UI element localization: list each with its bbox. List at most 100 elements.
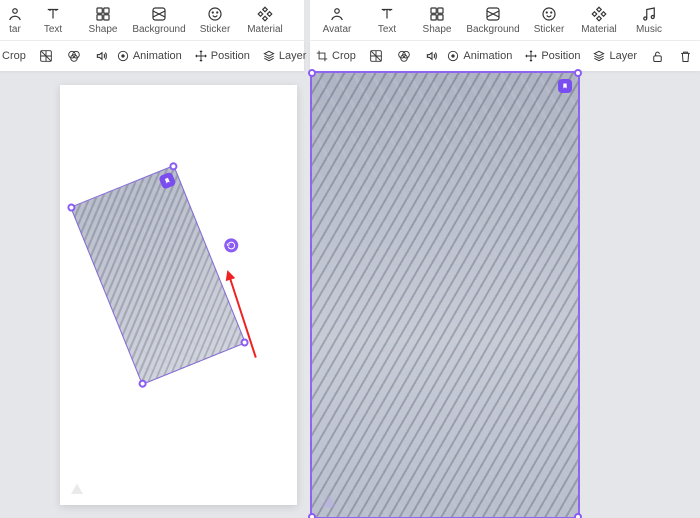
avatar-icon — [328, 5, 346, 23]
material-button-r[interactable]: Material — [574, 1, 624, 39]
avatar-label-partial: tar — [9, 25, 21, 35]
transparency-button[interactable] — [35, 45, 57, 67]
delete-button-r[interactable] — [674, 45, 696, 67]
shape-button[interactable]: Shape — [78, 1, 128, 39]
position-label-r: Position — [541, 50, 580, 62]
selected-image-full[interactable] — [310, 71, 580, 518]
page-left[interactable] — [60, 85, 297, 505]
background-label: Background — [466, 25, 519, 35]
move-icon — [194, 49, 208, 63]
selected-image-rotated[interactable] — [70, 165, 246, 385]
shape-icon — [428, 5, 446, 23]
pane-right: Avatar Text Shape — [310, 0, 700, 518]
resize-handle-bl[interactable] — [137, 378, 147, 388]
app-badge-icon — [158, 172, 176, 190]
sticker-button-r[interactable]: Sticker — [524, 1, 574, 39]
crop-label-r: Crop — [332, 50, 356, 62]
material-button[interactable]: Material — [240, 1, 290, 39]
move-icon — [524, 49, 538, 63]
music-label: Music — [636, 25, 662, 35]
transparency-icon — [368, 48, 384, 64]
avatar-icon — [6, 5, 24, 23]
color-adjust-icon — [396, 48, 412, 64]
background-label: Background — [132, 25, 185, 35]
context-toolbar-right: Crop Animation Positi — [310, 41, 700, 71]
animation-icon — [446, 49, 460, 63]
crop-label: Crop — [2, 50, 26, 62]
pane-left: tar Text Shape — [0, 0, 304, 518]
background-icon — [484, 5, 502, 23]
animation-label-r: Animation — [463, 50, 512, 62]
sticker-icon — [540, 5, 558, 23]
layer-label-r: Layer — [609, 50, 637, 62]
layer-button[interactable]: Layer — [259, 47, 310, 65]
material-label: Material — [581, 25, 617, 35]
position-label: Position — [211, 50, 250, 62]
volume-button-r[interactable] — [421, 45, 443, 67]
position-button[interactable]: Position — [191, 47, 253, 65]
layer-icon — [262, 49, 276, 63]
transparency-icon — [38, 48, 54, 64]
crop-button[interactable]: Crop — [2, 48, 29, 64]
transparency-button-r[interactable] — [365, 45, 387, 67]
watermark-icon-r — [318, 489, 340, 511]
unlock-icon — [650, 49, 665, 64]
watermark-icon — [68, 479, 86, 497]
canvas-right[interactable] — [310, 71, 700, 518]
text-icon — [44, 5, 62, 23]
avatar-button-partial[interactable]: tar — [2, 1, 28, 39]
sticker-button[interactable]: Sticker — [190, 1, 240, 39]
text-button[interactable]: Text — [28, 1, 78, 39]
background-button-r[interactable]: Background — [462, 1, 524, 39]
animation-icon — [116, 49, 130, 63]
animation-label: Animation — [133, 50, 182, 62]
text-button-r[interactable]: Text — [362, 1, 412, 39]
shape-icon — [94, 5, 112, 23]
top-toolbar-left: tar Text Shape — [0, 0, 304, 41]
page-right[interactable] — [310, 71, 580, 518]
text-label: Text — [44, 25, 62, 35]
crop-button-r[interactable]: Crop — [312, 47, 359, 65]
material-icon — [590, 5, 608, 23]
resize-handle-br-r[interactable] — [574, 513, 582, 518]
material-label: Material — [247, 25, 283, 35]
layer-label: Layer — [279, 50, 307, 62]
resize-handle-tr-r[interactable] — [574, 69, 582, 77]
sticker-label: Sticker — [200, 25, 231, 35]
avatar-label: Avatar — [323, 25, 352, 35]
shape-label: Shape — [89, 25, 118, 35]
volume-button[interactable] — [91, 45, 113, 67]
text-label: Text — [378, 25, 396, 35]
sticker-label: Sticker — [534, 25, 565, 35]
lock-button-r[interactable] — [646, 45, 668, 67]
layer-button-r[interactable]: Layer — [589, 47, 640, 65]
app-screenshot: tar Text Shape — [0, 0, 700, 518]
material-icon — [256, 5, 274, 23]
color-adjust-button-r[interactable] — [393, 45, 415, 67]
color-adjust-icon — [66, 48, 82, 64]
sticker-icon — [206, 5, 224, 23]
background-icon — [150, 5, 168, 23]
music-button-r[interactable]: Music — [624, 1, 674, 39]
trash-icon — [678, 49, 693, 64]
canvas-left[interactable] — [0, 71, 304, 518]
rotate-handle[interactable] — [222, 236, 240, 254]
animation-button-r[interactable]: Animation — [443, 47, 515, 65]
shape-label: Shape — [423, 25, 452, 35]
resize-handle-bl-r[interactable] — [308, 513, 316, 518]
background-button[interactable]: Background — [128, 1, 190, 39]
resize-handle-tl-r[interactable] — [308, 69, 316, 77]
text-icon — [378, 5, 396, 23]
layer-icon — [592, 49, 606, 63]
music-icon — [640, 5, 658, 23]
avatar-button-r[interactable]: Avatar — [312, 1, 362, 39]
crop-icon — [315, 49, 329, 63]
top-toolbar-right: Avatar Text Shape — [310, 0, 700, 41]
color-adjust-button[interactable] — [63, 45, 85, 67]
resize-handle-tl[interactable] — [66, 202, 76, 212]
position-button-r[interactable]: Position — [521, 47, 583, 65]
shape-button-r[interactable]: Shape — [412, 1, 462, 39]
resize-handle-tr[interactable] — [168, 161, 178, 171]
animation-button[interactable]: Animation — [113, 47, 185, 65]
volume-icon — [94, 48, 110, 64]
